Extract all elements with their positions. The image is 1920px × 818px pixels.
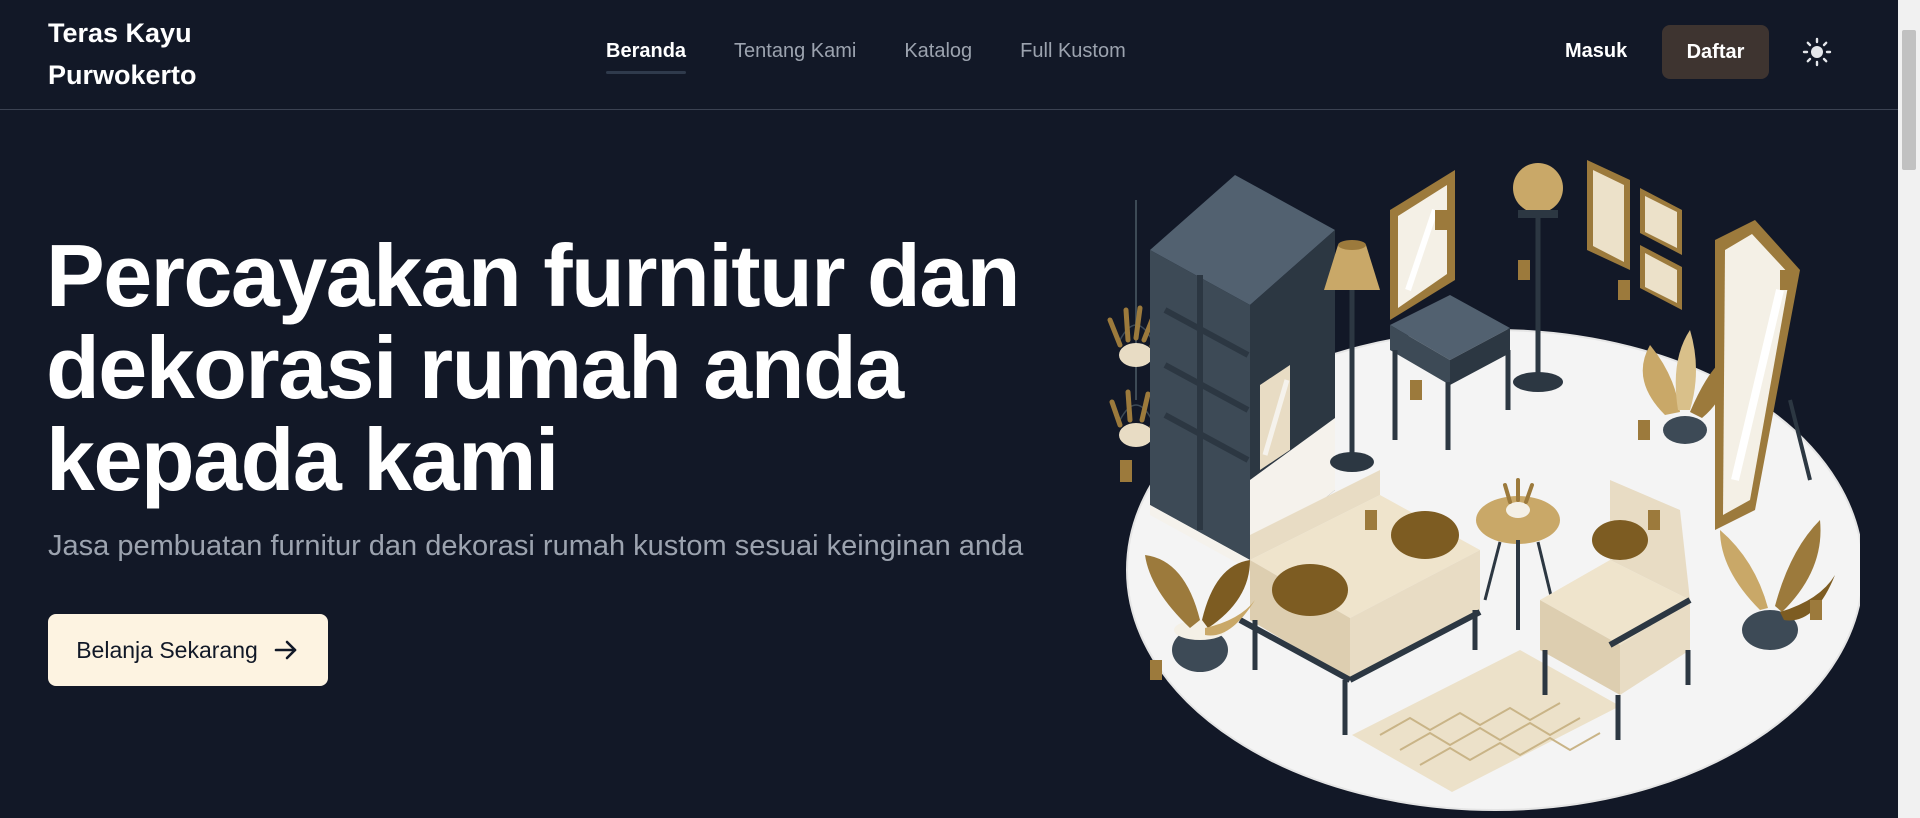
- wall-pictures: [1587, 160, 1682, 310]
- hero-title-line-2: dekorasi rumah anda: [46, 318, 904, 417]
- login-link[interactable]: Masuk: [1565, 36, 1627, 66]
- hero-title-line-1: Percayakan furnitur dan: [46, 226, 1020, 325]
- nav-item-katalog[interactable]: Katalog: [904, 36, 972, 70]
- furniture-illustration: [1107, 160, 1860, 811]
- page-scrollbar[interactable]: [1898, 0, 1920, 818]
- brand-line-2: Purwokerto: [48, 60, 197, 90]
- scrollbar-thumb[interactable]: [1902, 30, 1916, 170]
- register-button[interactable]: Daftar: [1662, 25, 1769, 79]
- arrow-right-icon: [274, 640, 297, 660]
- shop-now-button[interactable]: Belanja Sekarang: [48, 614, 328, 686]
- shop-now-label: Belanja Sekarang: [76, 636, 258, 663]
- nav-item-full-kustom[interactable]: Full Kustom: [1020, 36, 1126, 70]
- theme-toggle-button[interactable]: [1802, 37, 1832, 67]
- brand-line-1: Teras Kayu: [48, 18, 192, 48]
- hero-subtitle: Jasa pembuatan furnitur dan dekorasi rum…: [48, 530, 1024, 562]
- main-nav: Beranda Tentang Kami Katalog Full Kustom: [606, 36, 1126, 74]
- nav-item-tentang-kami[interactable]: Tentang Kami: [734, 36, 856, 70]
- site-header: Teras Kayu Purwokerto Beranda Tentang Ka…: [0, 0, 1898, 110]
- sun-icon: [1802, 37, 1832, 67]
- nav-item-beranda[interactable]: Beranda: [606, 36, 687, 74]
- brand-logo[interactable]: Teras Kayu Purwokerto: [48, 12, 248, 96]
- hero-title-line-3: kepada kami: [46, 410, 559, 509]
- hero-title: Percayakan furnitur dan dekorasi rumah a…: [46, 230, 1046, 506]
